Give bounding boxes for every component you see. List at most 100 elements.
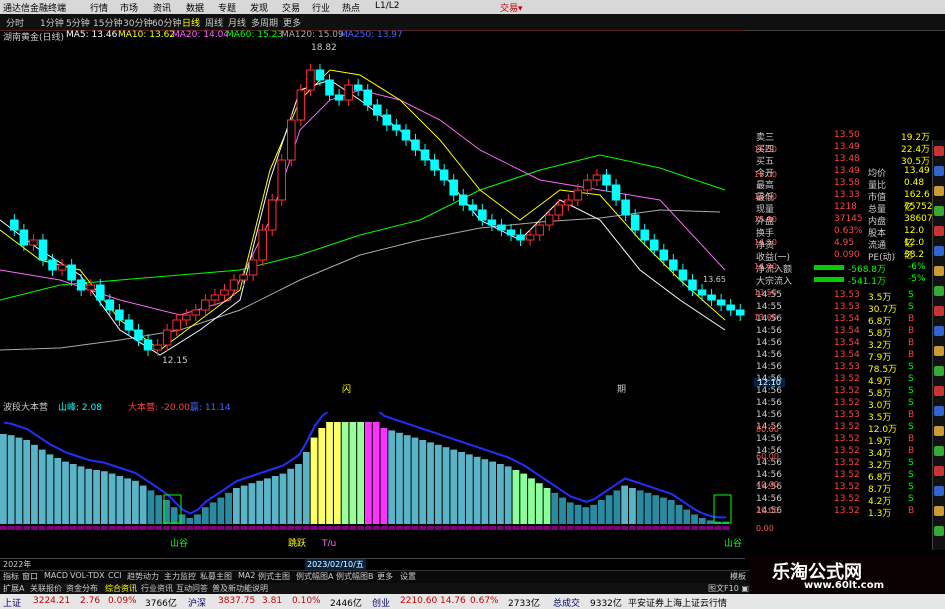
indicator-tab[interactable]: MACD (44, 571, 68, 580)
toolbar-icon[interactable] (934, 266, 944, 276)
menu-item-quote[interactable]: 行情 (90, 1, 108, 14)
toolbar-icon[interactable] (934, 406, 944, 416)
tick-time: 14:56 (756, 326, 782, 336)
indicator-bar (77, 466, 85, 524)
candle-body (621, 199, 630, 216)
toolbar-icon[interactable] (934, 426, 944, 436)
sub-tab[interactable]: 扩展A (3, 583, 24, 594)
tf-tab-active[interactable]: 日线 (182, 16, 200, 29)
candle-body (468, 204, 478, 211)
date-cursor-box: 2023/02/10/五 (305, 559, 366, 570)
menu-item-trade[interactable]: 交易 (282, 1, 300, 14)
tf-tab[interactable]: 30分钟 (123, 16, 152, 29)
toolbar-icon[interactable] (934, 186, 944, 196)
toolbar-icon[interactable] (934, 466, 944, 476)
toolbar-icon[interactable] (934, 366, 944, 376)
quote-row: 最高 13.58 量比 0.48 (756, 178, 932, 191)
quote-value: 13.58 (834, 178, 860, 188)
sub-tab[interactable]: 资金分布 (66, 583, 98, 594)
menu-item-market[interactable]: 市场 (120, 1, 138, 14)
baseline-mark (38, 526, 46, 530)
tf-tab[interactable]: 周线 (205, 16, 223, 29)
toolbar-icon[interactable] (934, 486, 944, 496)
indicator-bar (0, 434, 7, 524)
tf-tab[interactable]: 分时 (6, 16, 24, 29)
sub-tab[interactable]: 综合资讯 (105, 583, 137, 594)
indicator-bar (667, 500, 675, 524)
baseline-mark (535, 526, 543, 530)
tf-tab[interactable]: 更多 (283, 16, 301, 29)
toolbar-icon[interactable] (934, 286, 944, 296)
indicator-chart[interactable]: 山谷 跳跃 T/u 山谷 (0, 412, 745, 557)
indicator-tab[interactable]: 例式幅图A (296, 571, 333, 582)
indicator-bar (225, 492, 232, 524)
indicator-tab[interactable]: MA2 (238, 571, 255, 580)
indicator-tab[interactable]: 私募主图 (200, 571, 232, 582)
toolbar-icon[interactable] (934, 246, 944, 256)
f10-button[interactable]: 图文F10 ▣ (708, 583, 749, 594)
indicator-tab[interactable]: 例式主图 (258, 571, 290, 582)
sub-tab[interactable]: 行业资讯 (141, 583, 173, 594)
toolbar-icon[interactable] (934, 166, 944, 176)
tf-tab[interactable]: 15分钟 (93, 16, 122, 29)
menu-item-topic[interactable]: 专题 (218, 1, 236, 14)
indicator-tab[interactable]: 趋势动力 (127, 571, 159, 582)
indicator-tab[interactable]: 更多 (377, 571, 393, 582)
toolbar-icon[interactable] (934, 146, 944, 156)
baseline-mark (543, 526, 551, 530)
indicator-tab[interactable]: 主力监控 (164, 571, 196, 582)
menu-item-discover[interactable]: 发现 (250, 1, 268, 14)
toolbar-icon[interactable] (934, 446, 944, 456)
toolbar-icon[interactable] (934, 306, 944, 316)
indicator-bar (706, 520, 714, 524)
toolbar-icon[interactable] (934, 226, 944, 236)
toolbar-icon[interactable] (934, 386, 944, 396)
indicator-bar (100, 471, 108, 524)
tf-tab[interactable]: 1分钟 (40, 16, 64, 29)
template-button[interactable]: 模板 (730, 571, 746, 582)
toolbar-icon[interactable] (934, 326, 944, 336)
toolbar-icon[interactable] (934, 346, 944, 356)
toolbar-icon[interactable] (934, 526, 944, 536)
indicator-tab[interactable]: VOL-TDX (70, 571, 105, 580)
indicator-tab[interactable]: 设置 (400, 571, 416, 582)
sub-tab[interactable]: 普及新功能说明 (212, 583, 268, 594)
baseline-mark (209, 526, 217, 530)
indicator-bar (108, 473, 116, 524)
menu-item-hot[interactable]: 热点 (342, 1, 360, 14)
indicator-bar (442, 447, 450, 524)
tf-tab[interactable]: 60分钟 (152, 16, 181, 29)
indicator-bar (93, 470, 100, 524)
tf-tab[interactable]: 月线 (228, 16, 246, 29)
sub-tab[interactable]: 关联报价 (30, 583, 62, 594)
timeframe-bar: 分时 1分钟 5分钟 15分钟 30分钟 60分钟 日线 周线 月线 多周期 更… (0, 14, 945, 31)
toolbar-icon[interactable] (934, 506, 944, 516)
indicator-bar (201, 507, 209, 524)
indicator-tab[interactable]: 指标 (3, 571, 19, 582)
trade-menu-button[interactable]: 交易▾ (500, 1, 523, 14)
sub-tab[interactable]: 互动问答 (176, 583, 208, 594)
tf-tab[interactable]: 5分钟 (66, 16, 90, 29)
indicator-tab[interactable]: CCI (108, 571, 122, 580)
baseline-mark (155, 526, 163, 530)
tick-price: 13.54 (834, 338, 860, 348)
quote-value: 4.95 (834, 238, 855, 248)
indicator-bar (675, 504, 683, 524)
flow-row: 净流入额 -568.8万 -6% (756, 262, 932, 275)
baseline-mark (194, 526, 201, 530)
chart-marker: 闪 (342, 384, 351, 395)
menu-item-news[interactable]: 资讯 (153, 1, 171, 14)
menu-item-industry[interactable]: 行业 (312, 1, 330, 14)
tf-tab[interactable]: 多周期 (251, 16, 278, 29)
tick-price: 13.52 (834, 470, 860, 480)
tick-row: 14:56 13.54 7.9万 B (756, 350, 932, 363)
candlestick-chart[interactable]: 18.82 12.15 13.65 闪 期 (0, 30, 745, 400)
toolbar-icon[interactable] (934, 206, 944, 216)
baseline-mark (232, 526, 240, 530)
menu-item-level[interactable]: L1/L2 (375, 1, 400, 11)
indicator-bar (170, 507, 178, 524)
indicator-tab[interactable]: 例式幅图B (336, 571, 374, 582)
indicator-tab[interactable]: 窗口 (22, 571, 38, 582)
menu-item-data[interactable]: 数据 (186, 1, 204, 14)
indicator-bar (652, 495, 660, 524)
